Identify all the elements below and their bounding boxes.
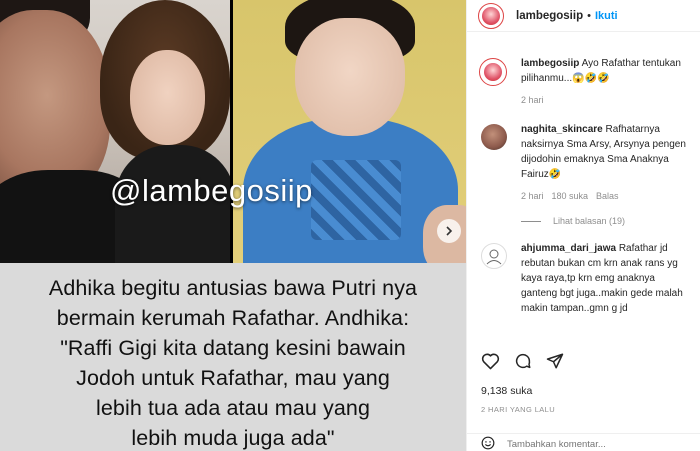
comment-list: lambegosiip Ayo Rafathar tentukan piliha… (467, 48, 700, 316)
send-icon (546, 353, 564, 369)
emoji-icon[interactable] (481, 436, 495, 450)
avatar[interactable] (481, 124, 507, 150)
avatar[interactable] (481, 243, 507, 269)
like-button[interactable] (481, 352, 500, 370)
reply-button[interactable]: Balas (596, 191, 619, 201)
list-item: lambegosiip Ayo Rafathar tentukan piliha… (467, 56, 700, 105)
comment-username[interactable]: naghita_skincare (521, 124, 603, 135)
photo-boy (233, 0, 466, 263)
image-caption-panel: Adhika begitu antusias bawa Putri nya be… (0, 263, 466, 451)
chevron-right-icon (446, 226, 453, 236)
add-comment-bar (467, 433, 700, 451)
comment-username[interactable]: ahjumma_dari_jawa (521, 243, 616, 254)
photo-father-daughter (0, 0, 230, 263)
comment-time: 2 hari (521, 95, 544, 105)
sketch-avatar-icon (486, 249, 502, 265)
share-button[interactable] (546, 352, 564, 370)
like-count[interactable]: 9,138 suka (481, 385, 532, 397)
watermark-text: @lambegosiip (110, 173, 313, 208)
post-media[interactable]: @lambegosiip Adhika begitu antusias bawa… (0, 0, 466, 451)
view-replies-label: Lihat balasan (19) (553, 216, 626, 226)
list-item: ahjumma_dari_jawa Rafathar jd rebutan bu… (467, 241, 700, 316)
comment-time: 2 hari (521, 191, 544, 201)
avatar[interactable] (479, 58, 507, 86)
header-separator: • (587, 9, 591, 22)
next-slide-button[interactable] (437, 219, 461, 243)
follow-button[interactable]: Ikuti (595, 10, 618, 22)
post-actions (467, 350, 700, 372)
comment-button[interactable] (514, 352, 532, 370)
avatar[interactable] (478, 2, 504, 29)
comment-likes[interactable]: 180 suka (552, 191, 589, 201)
header-username[interactable]: lambegosiip (516, 10, 583, 22)
image-caption-text: Adhika begitu antusias bawa Putri nya be… (48, 276, 418, 450)
list-item: naghita_skincare Rafhatarnya naksirnya S… (467, 122, 700, 226)
comment-input[interactable] (507, 435, 677, 450)
comment-username[interactable]: lambegosiip (521, 58, 579, 69)
heart-icon (481, 353, 500, 370)
comment-icon (515, 353, 531, 369)
post-sidebar: lambegosiip • Ikuti lambegosiip Ayo Rafa… (466, 0, 700, 451)
post-header: lambegosiip • Ikuti (467, 0, 700, 32)
post-date: 2 HARI YANG LALU (481, 405, 556, 414)
view-replies-button[interactable]: Lihat balasan (19) (521, 216, 693, 226)
